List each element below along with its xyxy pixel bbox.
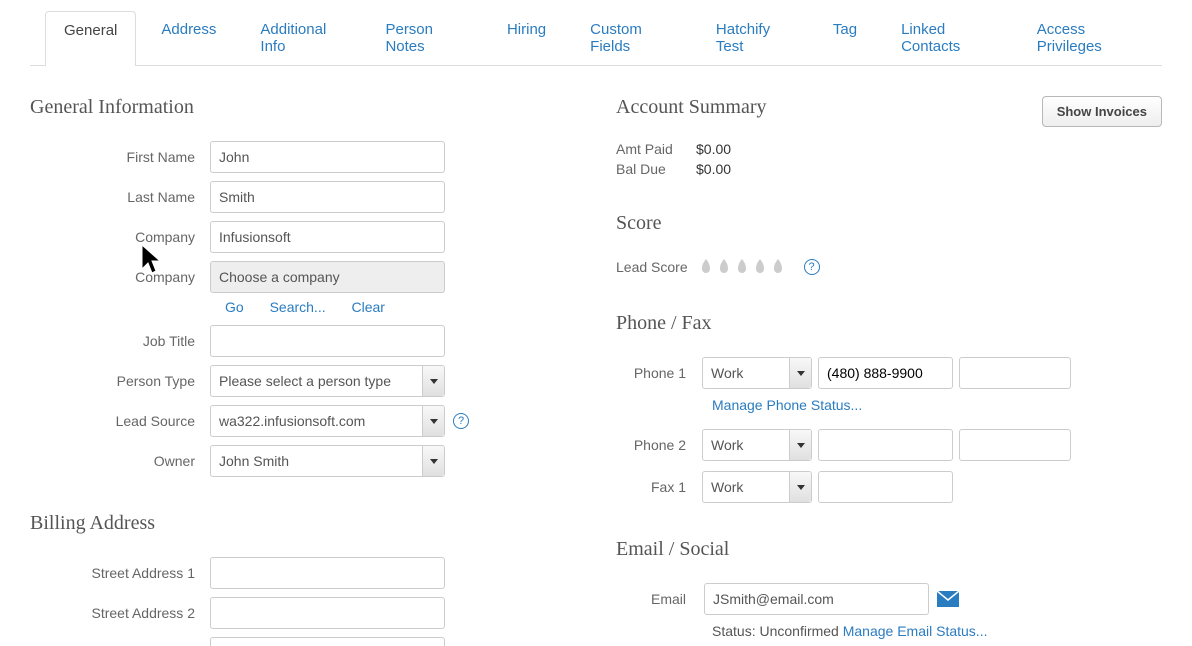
fax1-input[interactable] bbox=[818, 471, 953, 503]
mail-icon[interactable] bbox=[937, 591, 959, 607]
bal-due-value: $0.00 bbox=[696, 161, 731, 177]
phone1-ext-input[interactable] bbox=[959, 357, 1071, 389]
help-icon[interactable]: ? bbox=[453, 413, 469, 429]
phone2-label: Phone 2 bbox=[616, 437, 696, 453]
tab-linked-contacts[interactable]: Linked Contacts bbox=[882, 10, 1012, 65]
owner-select[interactable]: John Smith bbox=[210, 445, 445, 477]
job-title-input[interactable] bbox=[210, 325, 445, 357]
show-invoices-button[interactable]: Show Invoices bbox=[1042, 96, 1162, 127]
city-input[interactable] bbox=[210, 637, 445, 646]
phone1-type-select[interactable]: Work bbox=[702, 357, 812, 389]
flame-icon bbox=[698, 257, 714, 277]
fax1-type-select[interactable]: Work bbox=[702, 471, 812, 503]
general-heading: General Information bbox=[30, 96, 576, 119]
manage-phone-status-link[interactable]: Manage Phone Status... bbox=[712, 397, 862, 413]
street1-label: Street Address 1 bbox=[30, 565, 210, 581]
flame-icon bbox=[770, 257, 786, 277]
amt-paid-label: Amt Paid bbox=[616, 141, 696, 157]
phone2-ext-input[interactable] bbox=[959, 429, 1071, 461]
help-icon[interactable]: ? bbox=[804, 259, 820, 275]
first-name-input[interactable] bbox=[210, 141, 445, 173]
last-name-label: Last Name bbox=[30, 189, 210, 205]
company-picker[interactable]: Choose a company bbox=[210, 261, 445, 293]
company-input[interactable] bbox=[210, 221, 445, 253]
lead-source-select[interactable]: wa322.infusionsoft.com bbox=[210, 405, 445, 437]
company-search-link[interactable]: Search... bbox=[270, 299, 326, 315]
street1-input[interactable] bbox=[210, 557, 445, 589]
tab-tag[interactable]: Tag bbox=[814, 10, 876, 65]
last-name-input[interactable] bbox=[210, 181, 445, 213]
tab-general[interactable]: General bbox=[45, 11, 136, 66]
owner-label: Owner bbox=[30, 453, 210, 469]
email-social-heading: Email / Social bbox=[616, 538, 1162, 561]
bal-due-label: Bal Due bbox=[616, 161, 696, 177]
job-title-label: Job Title bbox=[30, 333, 210, 349]
tab-hatchify-test[interactable]: Hatchify Test bbox=[697, 10, 808, 65]
tabs-bar: General Address Additional Info Person N… bbox=[30, 10, 1162, 66]
tab-address[interactable]: Address bbox=[142, 10, 235, 65]
company-clear-link[interactable]: Clear bbox=[352, 299, 385, 315]
tab-custom-fields[interactable]: Custom Fields bbox=[571, 10, 691, 65]
lead-score-flames bbox=[698, 257, 786, 277]
fax1-label: Fax 1 bbox=[616, 479, 696, 495]
flame-icon bbox=[716, 257, 732, 277]
person-type-select[interactable]: Please select a person type bbox=[210, 365, 445, 397]
tab-person-notes[interactable]: Person Notes bbox=[366, 10, 482, 65]
street2-label: Street Address 2 bbox=[30, 605, 210, 621]
phone1-input[interactable] bbox=[818, 357, 953, 389]
lead-score-label: Lead Score bbox=[616, 259, 688, 275]
account-summary-heading: Account Summary bbox=[616, 96, 767, 119]
tab-additional-info[interactable]: Additional Info bbox=[241, 10, 360, 65]
score-heading: Score bbox=[616, 212, 1162, 235]
phone-fax-heading: Phone / Fax bbox=[616, 312, 1162, 335]
phone2-input[interactable] bbox=[818, 429, 953, 461]
email-status-text: Status: Unconfirmed bbox=[712, 623, 843, 639]
billing-heading: Billing Address bbox=[30, 512, 576, 535]
company-label: Company bbox=[30, 229, 210, 245]
lead-source-label: Lead Source bbox=[30, 413, 210, 429]
flame-icon bbox=[752, 257, 768, 277]
street2-input[interactable] bbox=[210, 597, 445, 629]
company-picker-text: Choose a company bbox=[219, 269, 340, 285]
amt-paid-value: $0.00 bbox=[696, 141, 731, 157]
email-input[interactable] bbox=[704, 583, 929, 615]
manage-email-status-link[interactable]: Manage Email Status... bbox=[843, 623, 988, 639]
company-picker-label: Company bbox=[30, 269, 210, 285]
phone2-type-select[interactable]: Work bbox=[702, 429, 812, 461]
flame-icon bbox=[734, 257, 750, 277]
tab-access-privileges[interactable]: Access Privileges bbox=[1018, 10, 1156, 65]
email-label: Email bbox=[616, 591, 696, 607]
person-type-label: Person Type bbox=[30, 373, 210, 389]
first-name-label: First Name bbox=[30, 149, 210, 165]
company-go-link[interactable]: Go bbox=[225, 299, 244, 315]
tab-hiring[interactable]: Hiring bbox=[488, 10, 565, 65]
phone1-label: Phone 1 bbox=[616, 365, 696, 381]
